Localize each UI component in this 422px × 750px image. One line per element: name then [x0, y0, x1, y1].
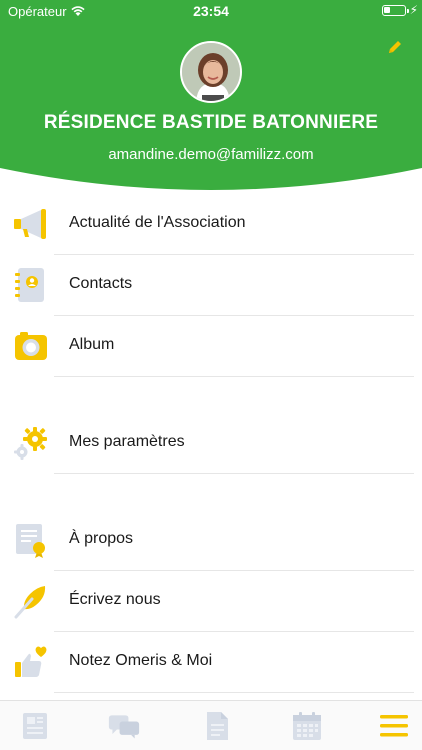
status-bar: Opérateur 23:54 ⚡: [0, 0, 422, 22]
menu-item-about[interactable]: À propos: [0, 510, 422, 571]
news-tab-icon[interactable]: [19, 711, 51, 741]
menu-label: Actualité de l'Association: [69, 214, 246, 231]
menu-label: Album: [69, 336, 115, 353]
battery-icon: [382, 5, 409, 16]
edit-profile-icon[interactable]: [386, 38, 404, 56]
divider: [54, 692, 414, 693]
menu-label: Contacts: [69, 275, 133, 292]
thumbs-up-heart-icon: [15, 646, 47, 677]
menu-tab-icon[interactable]: [378, 711, 410, 741]
menu-item-album[interactable]: Album: [0, 316, 422, 377]
divider: [54, 473, 414, 474]
documents-tab-icon[interactable]: [201, 711, 233, 741]
megaphone-icon: [14, 209, 46, 239]
menu-label: À propos: [69, 530, 134, 547]
divider: [54, 376, 414, 377]
messages-tab-icon[interactable]: [108, 711, 140, 741]
menu-item-write-us[interactable]: Écrivez nous: [0, 571, 422, 632]
menu-item-news[interactable]: Actualité de l'Association: [0, 194, 422, 255]
user-email: amandine.demo@familizz.com: [108, 146, 314, 163]
menu-item-rate-app[interactable]: Notez Omeris & Moi: [0, 632, 422, 693]
menu-label: Mes paramètres: [69, 433, 185, 450]
menu-label: Notez Omeris & Moi: [69, 652, 213, 669]
charging-icon: ⚡: [409, 3, 418, 17]
menu-item-contacts[interactable]: Contacts: [0, 255, 422, 316]
camera-icon: [15, 332, 47, 360]
feather-pen-icon: [14, 586, 46, 619]
menu-item-settings[interactable]: Mes paramètres: [0, 413, 422, 474]
bottom-tab-bar: [0, 700, 422, 750]
calendar-tab-icon[interactable]: [291, 711, 323, 741]
profile-header: RÉSIDENCE BASTIDE BATONNIERE amandine.de…: [0, 0, 422, 195]
user-avatar[interactable]: [180, 41, 242, 103]
certificate-icon: [16, 524, 45, 558]
gears-icon: [14, 427, 47, 460]
clock: 23:54: [193, 3, 229, 19]
residence-title: RÉSIDENCE BASTIDE BATONNIERE: [43, 112, 379, 133]
contacts-book-icon: [15, 268, 44, 302]
menu-label: Écrivez nous: [69, 591, 161, 608]
